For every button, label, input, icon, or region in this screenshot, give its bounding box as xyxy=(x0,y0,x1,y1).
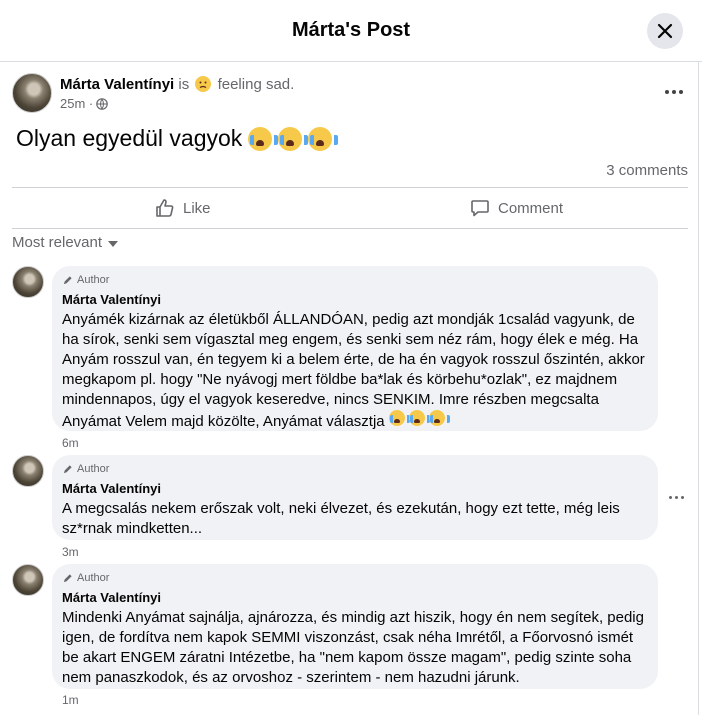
post-author-line: Márta Valentínyi is feeling sad. xyxy=(60,76,294,93)
comment-author[interactable]: Márta Valentínyi xyxy=(62,292,646,308)
avatar[interactable] xyxy=(12,564,44,596)
comment-bubble: Author Márta Valentínyi Mindenki Anyámat… xyxy=(52,564,658,689)
crying-face-icon xyxy=(409,410,430,426)
comment-bubble: Author Márta Valentínyi A megcsalás neke… xyxy=(52,455,658,540)
comment-sort-dropdown[interactable]: Most relevant xyxy=(12,234,119,251)
avatar[interactable] xyxy=(12,455,44,487)
crying-face-icon xyxy=(388,410,410,426)
comment-label: Comment xyxy=(498,199,564,217)
crying-face-icon xyxy=(248,126,279,151)
comment-text: A megcsalás nekem erőszak volt, neki élv… xyxy=(62,500,620,537)
pen-icon xyxy=(63,573,72,582)
comment-more-button[interactable] xyxy=(669,496,684,499)
like-label: Like xyxy=(183,199,211,217)
author-badge: Author xyxy=(62,570,646,586)
more-dot-icon xyxy=(681,496,684,499)
author-badge: Author xyxy=(62,461,646,477)
caret-down-icon xyxy=(108,240,119,247)
more-dot-icon xyxy=(669,496,672,499)
is-word: is xyxy=(178,76,190,93)
thumbs-up-icon xyxy=(156,199,174,217)
comment-text: Anyámék kizárnak az életükből ÁLLANDÓAN,… xyxy=(62,310,646,432)
pen-icon xyxy=(63,275,72,284)
post-time[interactable]: 25m · xyxy=(60,96,93,111)
dialog-title: Márta's Post xyxy=(291,19,411,41)
post-body: Olyan egyedül vagyok xyxy=(16,125,339,152)
author-badge-label: Author xyxy=(77,463,110,475)
more-dot-icon xyxy=(679,90,683,94)
scrollbar[interactable] xyxy=(698,62,702,715)
post-meta: 25m · xyxy=(60,96,109,111)
comment-text-content: Anyámék kizárnak az életükből ÁLLANDÓAN,… xyxy=(62,311,645,430)
comment-icon xyxy=(471,200,489,217)
author-badge-label: Author xyxy=(77,572,110,584)
comment-time[interactable]: 6m xyxy=(62,436,79,450)
post-header: Márta Valentínyi is feeling sad. 25m · xyxy=(12,72,690,116)
comment-text: Mindenki Anyámat sajnálja, ajnározza, és… xyxy=(62,609,644,686)
post-text: Olyan egyedül vagyok xyxy=(16,125,243,151)
sad-face-icon xyxy=(195,76,212,92)
comment-author[interactable]: Márta Valentínyi xyxy=(62,481,646,497)
globe-icon xyxy=(96,97,109,110)
author-badge: Author xyxy=(62,272,646,288)
avatar[interactable] xyxy=(12,266,44,298)
post-more-button[interactable] xyxy=(664,84,684,100)
more-dot-icon xyxy=(675,496,678,499)
more-dot-icon xyxy=(665,90,669,94)
post-actions: Like Comment xyxy=(12,187,688,229)
post-author-name[interactable]: Márta Valentínyi xyxy=(60,76,174,93)
close-icon xyxy=(657,23,673,39)
dialog-header: Márta's Post xyxy=(0,0,702,62)
comment-time[interactable]: 1m xyxy=(62,693,79,707)
comments-count[interactable]: 3 comments xyxy=(606,162,688,179)
crying-face-icon xyxy=(278,126,309,151)
avatar[interactable] xyxy=(12,73,52,113)
crying-face-icon xyxy=(308,126,339,151)
sort-label: Most relevant xyxy=(12,234,103,251)
comment-bubble: Author Márta Valentínyi Anyámék kizárnak… xyxy=(52,266,658,431)
more-dot-icon xyxy=(672,90,676,94)
comment-button[interactable]: Comment xyxy=(470,188,563,228)
like-button[interactable]: Like xyxy=(155,188,211,228)
pen-icon xyxy=(63,464,72,473)
close-button[interactable] xyxy=(647,13,683,49)
crying-face-icon xyxy=(429,410,451,426)
author-badge-label: Author xyxy=(77,274,110,286)
comment-time[interactable]: 3m xyxy=(62,545,79,559)
feeling-text: feeling sad. xyxy=(217,76,295,93)
comment-author[interactable]: Márta Valentínyi xyxy=(62,590,646,606)
